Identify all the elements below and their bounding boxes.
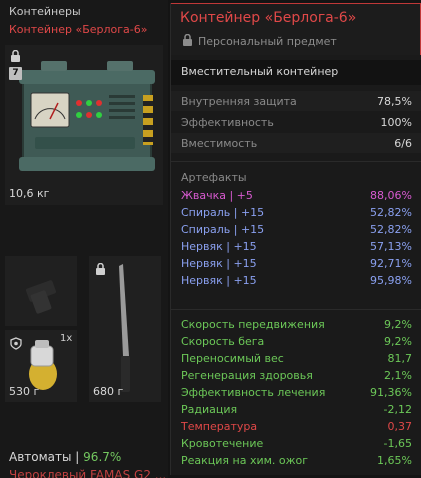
artifact-row-name: Нервяк | +15 [181,257,257,270]
effect-row-value: 2,1% [384,369,412,382]
effect-row-name: Скорость передвижения [181,318,325,331]
effect-row-name: Скорость бега [181,335,265,348]
effect-row: Температура 0,37 [171,418,421,435]
effect-row: Радиация -2,12 [171,401,421,418]
effect-row-name: Эффективность лечения [181,386,326,399]
effect-row-name: Регенерация здоровья [181,369,313,382]
shield-icon [10,337,22,353]
tier-badge: 7 [9,67,22,80]
item-type: Вместительный контейнер [171,60,421,85]
artifact-row-value: 52,82% [370,206,412,219]
effect-row-value: 9,2% [384,318,412,331]
lock-icon [10,49,21,65]
artifacts-title: Артефакты [181,171,247,184]
stat-row: Внутренняя защита 78,5% [171,91,421,111]
effect-row-value: 0,37 [387,420,413,433]
artifact-row-value: 88,06% [370,189,412,202]
artifact-row-name: Спираль | +15 [181,206,265,219]
stat-value: 100% [380,115,412,129]
artifact-row: Спираль | +15 52,82% [171,204,421,221]
item-weight: 530 г [9,385,40,398]
tooltip-subtitle: Персональный предмет [198,35,337,48]
artifact-row-value: 92,71% [370,257,412,270]
item-tooltip: Контейнер «Берлога-6» Персональный предм… [170,3,421,475]
artifacts-list: Жвачка | +5 88,06% Спираль | +15 52,82% Спир… [171,187,421,289]
item-quantity: 1x [60,333,73,344]
inventory-slot-magazine[interactable] [5,256,77,326]
artifact-row: Нервяк | +15 57,13% [171,238,421,255]
divider [171,309,421,310]
stat-value: 78,5% [377,94,412,108]
container-weight: 10,6 кг [9,187,50,200]
artifact-row-value: 52,82% [370,223,412,236]
artifact-row: Спираль | +15 52,82% [171,221,421,238]
category-title: Контейнеры [9,5,81,18]
weapons-label: Автоматы | [9,450,80,464]
stat-row: Вместимость 6/6 [171,133,421,153]
weapons-percent: 96.7% [83,450,122,464]
lock-icon [95,262,106,278]
artifact-row-name: Нервяк | +15 [181,274,257,287]
next-item-name[interactable]: Чероклевый FAMAS G2 ... [9,468,166,478]
effect-row-name: Переносимый вес [181,352,284,365]
artifact-row-value: 95,98% [370,274,412,287]
effect-row-name: Реакция на хим. ожог [181,454,309,467]
tooltip-header: Контейнер «Берлога-6» Персональный предм… [171,3,421,55]
container-name: Контейнер «Берлога-6» [9,23,148,36]
magazine-icon [26,280,56,314]
item-weight: 680 г [93,385,124,398]
effect-row: Эффективность лечения 91,36% [171,384,421,401]
effect-row-name: Кровотечение [181,437,264,450]
effect-row: Переносимый вес 81,7 [171,350,421,367]
divider [171,161,421,162]
effect-row-name: Температура [181,420,258,433]
effect-row: Скорость передвижения 9,2% [171,316,421,333]
artifact-row: Нервяк | +15 92,71% [171,255,421,272]
effect-row: Скорость бега 9,2% [171,333,421,350]
stat-row: Эффективность 100% [171,112,421,132]
effects-list: Скорость передвижения 9,2% Скорость бега 9,… [171,316,421,469]
effect-row: Регенерация здоровья 2,1% [171,367,421,384]
effect-row-value: 9,2% [384,335,412,348]
lock-icon [182,33,193,49]
effect-row-value: -1,65 [383,437,412,450]
artifact-row-name: Нервяк | +15 [181,240,257,253]
stat-label: Внутренняя защита [181,94,297,108]
effect-row: Кровотечение -1,65 [171,435,421,452]
effect-row-value: -2,12 [383,403,412,416]
container-box-icon [19,61,155,171]
stat-value: 6/6 [394,136,412,150]
tooltip-title: Контейнер «Берлога-6» [180,10,357,26]
container-slot[interactable] [5,45,163,205]
effect-row-value: 81,7 [387,352,413,365]
weapons-category[interactable]: Автоматы | 96.7% [9,450,121,464]
artifact-row-name: Жвачка | +5 [181,189,253,202]
stat-label: Вместимость [181,136,258,150]
artifact-row-name: Спираль | +15 [181,223,265,236]
effect-row-value: 1,65% [377,454,412,467]
effect-row: Реакция на хим. ожог 1,65% [171,452,421,469]
stat-label: Эффективность [181,115,274,129]
effect-row-value: 91,36% [370,386,412,399]
artifact-row: Жвачка | +5 88,06% [171,187,421,204]
effect-row-name: Радиация [181,403,238,416]
inventory-panel: Контейнеры Контейнер «Берлога-6» 7 10,6 … [0,0,168,478]
artifact-row: Нервяк | +15 95,98% [171,272,421,289]
artifact-row-value: 57,13% [370,240,412,253]
